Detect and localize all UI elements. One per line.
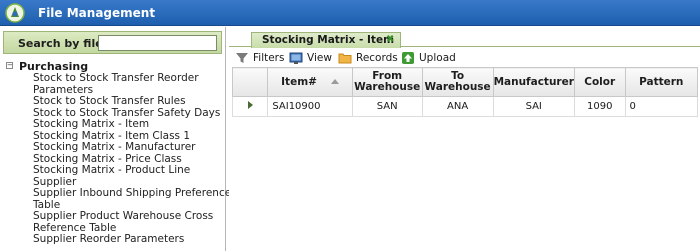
tree-item[interactable]: Stock to Stock Transfer Rules <box>0 95 225 108</box>
main-panel: Stocking Matrix - Item ✖ Filters View Re… <box>229 27 700 251</box>
column-header-to-warehouse[interactable]: To Warehouse <box>421 67 494 97</box>
cell-manufacturer: SAI <box>492 96 575 117</box>
toolbar: Filters View Records Upload <box>229 48 700 68</box>
close-icon[interactable]: ✖ <box>386 34 396 45</box>
tree-item[interactable]: Stocking Matrix - Item <box>0 118 225 131</box>
grid-header-row: Item# From Warehouse To Warehouse Manufa… <box>231 67 699 97</box>
app-logo-icon <box>5 3 25 23</box>
row-expander[interactable] <box>231 96 269 117</box>
filter-icon <box>236 53 248 63</box>
column-header-pattern[interactable]: Pattern <box>624 67 699 97</box>
sort-ascending-icon <box>330 79 339 84</box>
tree-item[interactable]: Supplier Inbound Shipping Preference <box>0 187 231 200</box>
left-panel: Search by file: − Purchasing Stock to St… <box>0 27 231 251</box>
column-header-manufacturer[interactable]: Manufacturer <box>492 67 575 97</box>
records-button[interactable]: Records <box>338 51 400 66</box>
upload-button[interactable]: Upload <box>401 51 457 66</box>
search-input[interactable] <box>98 35 217 51</box>
tree-item[interactable]: Stocking Matrix - Manufacturer <box>0 141 225 154</box>
collapse-icon[interactable]: − <box>6 62 13 69</box>
tree-item[interactable]: Stock to Stock Transfer Reorder <box>0 72 225 85</box>
upload-icon <box>402 52 414 64</box>
column-header-from-warehouse[interactable]: From Warehouse <box>351 67 423 97</box>
monitor-icon <box>289 52 303 64</box>
cell-color: 1090 <box>573 96 626 117</box>
view-button[interactable]: View <box>289 51 332 66</box>
tab-label: Stocking Matrix - Item <box>262 34 395 46</box>
filters-button[interactable]: Filters <box>235 51 285 66</box>
column-header-color[interactable]: Color <box>573 67 626 97</box>
tab-bar: Stocking Matrix - Item ✖ <box>229 30 700 48</box>
table-row[interactable]: SAI10900 SAN ANA SAI 1090 0 <box>231 96 699 117</box>
search-bar: Search by file: <box>3 31 222 54</box>
cell-from-warehouse: SAN <box>351 96 423 117</box>
search-label: Search by file: <box>18 37 108 50</box>
folder-icon <box>338 53 352 64</box>
tree-item[interactable]: Supplier Product Warehouse Cross <box>0 210 225 223</box>
file-tree: − Purchasing Stock to Stock Transfer Reo… <box>0 60 231 246</box>
tree-item[interactable]: Stocking Matrix - Product Line <box>0 164 225 177</box>
cell-pattern: 0 <box>624 96 699 117</box>
row-selector-header <box>231 67 269 97</box>
cell-item: SAI10900 <box>267 96 353 117</box>
cell-to-warehouse: ANA <box>421 96 494 117</box>
data-grid: Item# From Warehouse To Warehouse Manufa… <box>231 67 699 117</box>
column-header-item[interactable]: Item# <box>267 67 353 97</box>
title-bar: File Management <box>0 0 700 26</box>
tree-item[interactable]: Supplier Reorder Parameters <box>0 233 225 246</box>
tab-stocking-matrix-item[interactable]: Stocking Matrix - Item ✖ <box>251 32 401 48</box>
app-title: File Management <box>38 6 156 20</box>
expand-arrow-icon <box>247 101 253 109</box>
